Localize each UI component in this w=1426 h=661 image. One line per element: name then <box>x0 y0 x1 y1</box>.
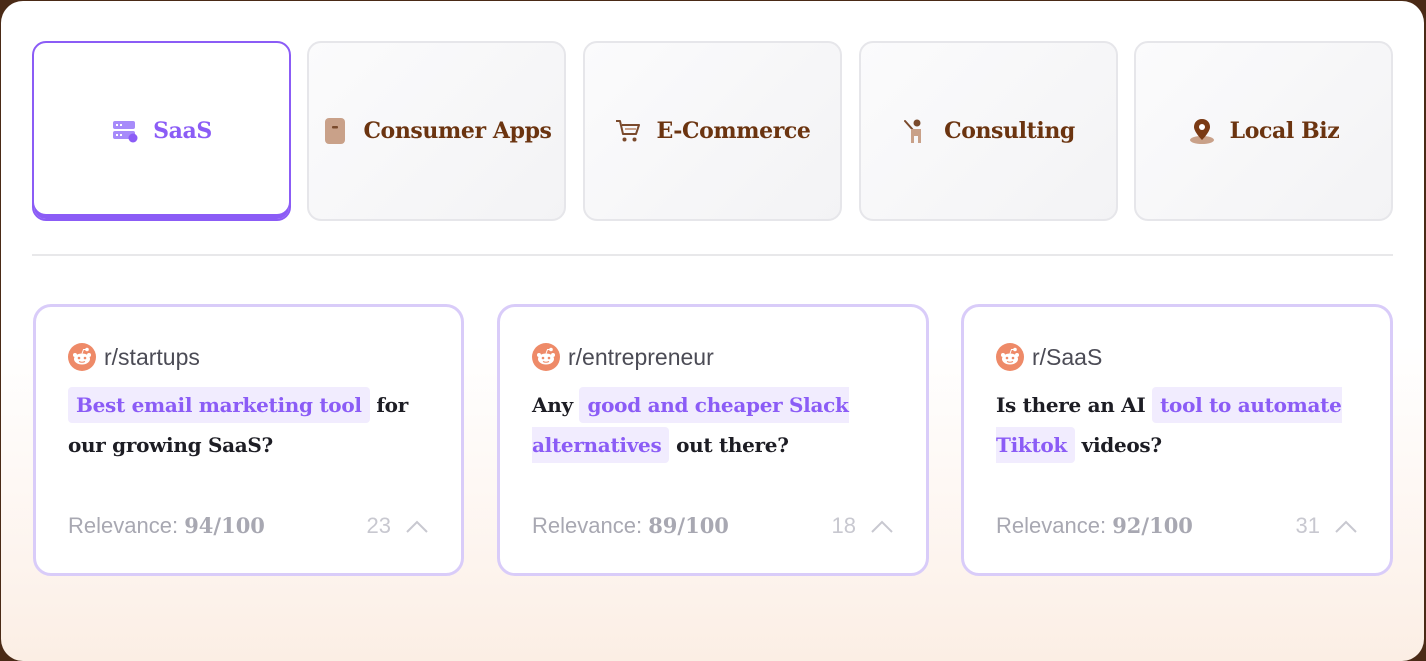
relevance-label: Relevance: <box>996 513 1113 538</box>
tab-label: Consulting <box>944 118 1075 144</box>
cart-icon <box>614 117 642 145</box>
relevance: Relevance: 94/100 <box>68 513 265 539</box>
relevance: Relevance: 92/100 <box>996 513 1193 539</box>
post-title: Best email marketing tool for our growin… <box>68 385 429 465</box>
tab-saas[interactable]: SaaS <box>32 41 291 221</box>
chevron-up-icon[interactable] <box>1334 518 1358 534</box>
tab-consulting[interactable]: Consulting <box>859 41 1118 221</box>
relevance-label: Relevance: <box>68 513 185 538</box>
tab-label: SaaS <box>153 118 212 144</box>
reddit-icon <box>532 343 560 371</box>
title-text: videos? <box>1074 433 1162 457</box>
post-footer: Relevance: 94/100 23 <box>68 509 429 543</box>
title-text: out there? <box>669 433 789 457</box>
upvote-count: 18 <box>831 513 856 538</box>
chevron-up-icon[interactable] <box>405 518 429 534</box>
subreddit-row: r/entrepreneur <box>532 343 894 371</box>
subreddit-name[interactable]: r/startups <box>104 344 200 371</box>
title-highlight: Best email marketing tool <box>68 387 370 423</box>
upvote-group[interactable]: 31 <box>1296 513 1358 539</box>
title-text: Any <box>532 393 580 417</box>
map-pin-icon <box>1188 117 1216 145</box>
post-card[interactable]: r/entrepreneur Any good and cheaper Slac… <box>497 304 929 576</box>
reddit-icon <box>68 343 96 371</box>
post-card[interactable]: r/startups Best email marketing tool for… <box>33 304 464 576</box>
relevance-score: 89/100 <box>648 513 729 538</box>
subreddit-name[interactable]: r/SaaS <box>1032 344 1102 371</box>
phone-icon <box>321 117 349 145</box>
reddit-icon <box>996 343 1024 371</box>
chevron-up-icon[interactable] <box>870 518 894 534</box>
subreddit-name[interactable]: r/entrepreneur <box>568 344 714 371</box>
tab-consumer-apps[interactable]: Consumer Apps <box>307 41 566 221</box>
relevance-score: 94/100 <box>184 513 265 538</box>
upvote-group[interactable]: 23 <box>367 513 429 539</box>
tab-label: E-Commerce <box>656 118 811 144</box>
upvote-count: 31 <box>1295 513 1320 538</box>
relevance: Relevance: 89/100 <box>532 513 729 539</box>
relevance-score: 92/100 <box>1112 513 1193 538</box>
upvote-group[interactable]: 18 <box>832 513 894 539</box>
title-text: Is there an AI <box>996 393 1153 417</box>
post-footer: Relevance: 92/100 31 <box>996 509 1358 543</box>
tab-local-biz[interactable]: Local Biz <box>1134 41 1393 221</box>
divider <box>32 254 1393 256</box>
post-card[interactable]: r/SaaS Is there an AI tool to automate T… <box>961 304 1393 576</box>
upvote-count: 23 <box>366 513 391 538</box>
tab-label: Consumer Apps <box>363 118 552 144</box>
category-tabs: SaaS Consumer Apps E-Commerce Consulting… <box>32 41 1393 221</box>
tab-label: Local Biz <box>1229 118 1340 144</box>
presenter-icon <box>902 117 930 145</box>
server-icon <box>111 117 139 145</box>
relevance-label: Relevance: <box>532 513 649 538</box>
app-frame: SaaS Consumer Apps E-Commerce Consulting… <box>1 1 1424 661</box>
post-title: Is there an AI tool to automate Tiktok v… <box>996 385 1358 465</box>
subreddit-row: r/startups <box>68 343 429 371</box>
post-footer: Relevance: 89/100 18 <box>532 509 894 543</box>
subreddit-row: r/SaaS <box>996 343 1358 371</box>
post-title: Any good and cheaper Slack alternatives … <box>532 385 894 465</box>
tab-e-commerce[interactable]: E-Commerce <box>583 41 842 221</box>
